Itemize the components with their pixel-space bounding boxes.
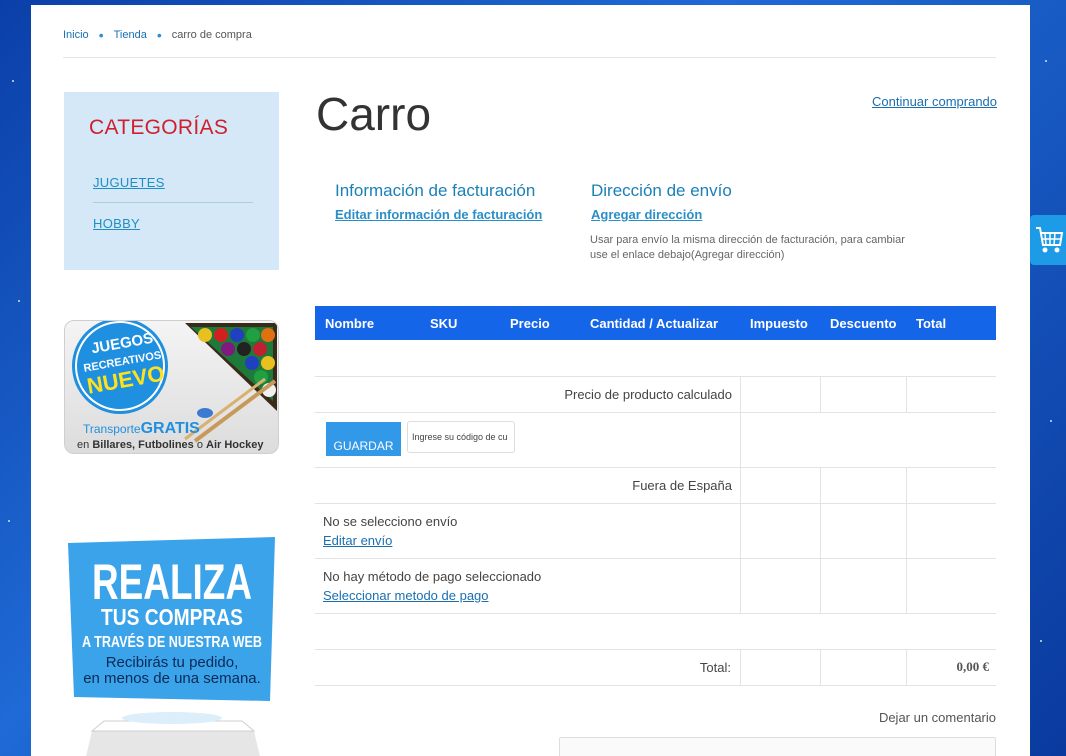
table-row-divider <box>315 613 996 614</box>
background-sparkle <box>12 80 14 82</box>
table-row-divider <box>315 649 996 650</box>
table-column-divider <box>820 649 821 685</box>
table-column-divider <box>740 649 741 685</box>
table-column-divider <box>820 467 821 613</box>
total-label: Total: <box>699 660 731 675</box>
edit-billing-link[interactable]: Editar información de facturación <box>335 207 542 222</box>
calculated-price-label: Precio de producto calculado <box>564 387 732 402</box>
banner-products-line: en Billares, Futbolines o Air Hockey <box>77 439 264 451</box>
breadcrumb-divider <box>63 57 996 58</box>
table-column-divider <box>820 376 821 412</box>
table-row-divider <box>315 503 996 504</box>
total-value: 0,00 € <box>956 659 990 674</box>
category-item-hobby[interactable]: HOBBY <box>93 216 140 231</box>
page-title: Carro <box>316 88 432 140</box>
edit-shipping-link[interactable]: Editar envío <box>323 533 392 548</box>
banner-realiza-heading: REALIZA <box>92 554 252 610</box>
banner-delivery-line1: Recibirás tu pedido, <box>106 654 239 671</box>
banner-delivery-line2: en menos de una semana. <box>83 670 261 687</box>
breadcrumb-separator: • <box>98 26 104 43</box>
continue-shopping-link[interactable]: Continuar comprando <box>872 94 997 109</box>
breadcrumb-separator: • <box>156 26 162 43</box>
shop-online-banner[interactable]: REALIZA TUS COMPRAS A TRAVÉS DE NUESTRA … <box>64 535 279 756</box>
table-row-divider <box>315 467 996 468</box>
shopping-cart-icon <box>1036 227 1064 253</box>
table-column-divider <box>906 376 907 412</box>
table-row-divider <box>315 412 996 413</box>
floating-cart-tab[interactable] <box>1030 215 1066 265</box>
column-header-discount: Descuento <box>830 316 897 331</box>
table-row-divider <box>315 685 996 686</box>
outside-spain-label: Fuera de España <box>632 478 732 493</box>
category-item-juguetes[interactable]: JUGUETES <box>93 175 165 190</box>
banner-shipping-line: TransporteGRATIS <box>83 420 200 437</box>
background-sparkle <box>1040 640 1042 642</box>
coupon-code-input[interactable]: Ingrese su código de cu <box>407 421 515 453</box>
shipping-address-title: Dirección de envío <box>591 181 732 200</box>
column-header-sku: SKU <box>430 316 458 331</box>
column-header-total: Total <box>916 316 947 331</box>
background-sparkle <box>18 300 20 302</box>
breadcrumb-current: carro de compra <box>171 29 252 41</box>
page-container: Inicio • Tienda • carro de compra CATEGO… <box>31 5 1030 756</box>
shipping-address-note: Usar para envío la misma dirección de fa… <box>590 234 905 261</box>
no-shipping-text: No se selecciono envío <box>323 514 458 529</box>
column-header-name: Nombre <box>325 316 375 331</box>
banner-nuestra-web: A TRAVÉS DE NUESTRA WEB <box>82 632 262 651</box>
save-coupon-button[interactable]: GUARDAR <box>326 422 401 456</box>
recreational-games-artwork: JUEGOS RECREATIVOS NUEVO TransporteGRATI… <box>72 321 277 451</box>
billing-info-title: Información de facturación <box>335 181 536 200</box>
no-payment-text: No hay método de pago seleccionado <box>323 569 542 584</box>
breadcrumb-home-link[interactable]: Inicio <box>63 29 89 41</box>
column-header-price: Precio <box>510 316 550 331</box>
banner-tus-compras: TUS COMPRAS <box>101 604 243 630</box>
background-sparkle <box>8 520 10 522</box>
add-address-link[interactable]: Agregar dirección <box>591 207 702 222</box>
cart-table-header: Nombre SKU Precio Cantidad / Actualizar … <box>315 306 996 340</box>
background-sparkle <box>1045 60 1047 62</box>
select-payment-link[interactable]: Seleccionar metodo de pago <box>323 588 489 603</box>
table-column-divider <box>906 467 907 613</box>
column-header-quantity: Cantidad / Actualizar <box>590 316 719 331</box>
shop-online-artwork: REALIZA TUS COMPRAS A TRAVÉS DE NUESTRA … <box>68 537 275 756</box>
table-row-divider <box>315 558 996 559</box>
table-column-divider <box>740 376 741 613</box>
comment-textarea[interactable] <box>559 737 996 756</box>
categories-panel: CATEGORÍAS JUGUETES HOBBY <box>64 92 279 270</box>
table-row-divider <box>315 376 996 377</box>
table-column-divider <box>906 649 907 685</box>
recreational-games-banner[interactable]: JUEGOS RECREATIVOS NUEVO TransporteGRATI… <box>64 320 279 454</box>
comment-label: Dejar un comentario <box>878 710 996 725</box>
breadcrumb: Inicio • Tienda • carro de compra <box>63 26 252 43</box>
column-header-tax: Impuesto <box>750 316 808 331</box>
category-divider <box>93 202 253 203</box>
breadcrumb-shop-link[interactable]: Tienda <box>114 29 147 41</box>
categories-title: CATEGORÍAS <box>89 116 229 139</box>
background-sparkle <box>1050 420 1052 422</box>
